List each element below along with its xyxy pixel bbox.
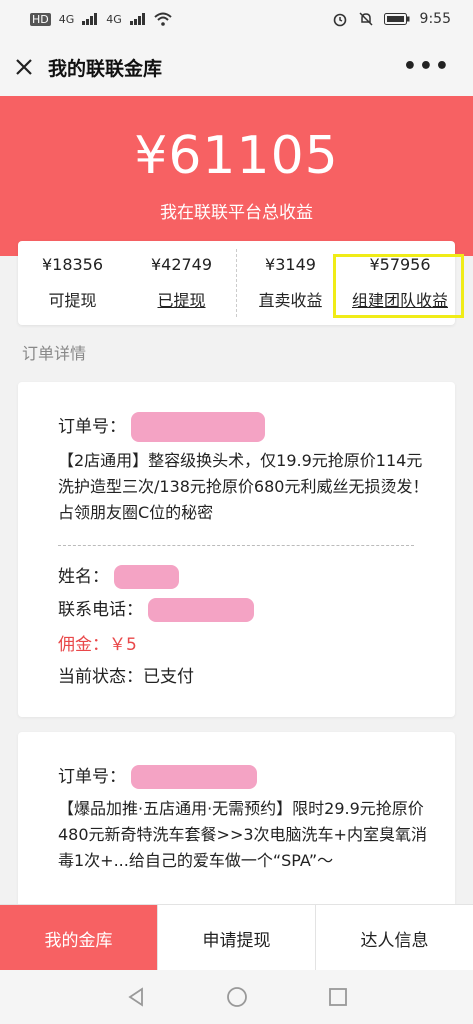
redacted-order-number [131, 412, 266, 442]
wifi-icon [154, 12, 172, 26]
home-circle-icon[interactable] [225, 985, 249, 1009]
section-title: 订单详情 [22, 344, 87, 363]
clock-time: 9:55 [419, 11, 451, 27]
alarm-icon [333, 13, 346, 27]
tab-my-vault[interactable]: 我的金库 [0, 905, 158, 971]
network-4g-label-2: 4G [106, 12, 122, 26]
redacted-name [114, 565, 180, 589]
page-title: 我的联联金库 [48, 57, 163, 80]
mute-bell-icon [359, 12, 373, 26]
order-description: 【2店通用】整容级换头术，仅19.9元抢原价114元洗护造型三次/138元抢原价… [58, 451, 429, 522]
total-earnings-label: 我在联联平台总收益 [160, 203, 313, 223]
more-menu-button[interactable]: ••• [403, 54, 451, 79]
network-4g-label: 4G [58, 12, 75, 26]
stat-label: 直卖收益 [258, 291, 323, 310]
redacted-phone [148, 598, 255, 622]
close-button[interactable] [10, 53, 38, 81]
stat-withdrawable: ¥18356 可提现 [18, 241, 127, 325]
stat-label: 可提现 [48, 291, 97, 310]
card-divider [58, 545, 414, 546]
redacted-order-number [131, 765, 258, 789]
stat-direct-sales: ¥3149 直卖收益 [236, 241, 345, 325]
order-number-row: 订单号： [58, 412, 266, 442]
tab-expert-info[interactable]: 达人信息 [316, 905, 473, 971]
nav-bar: 我的联联金库 ••• [0, 38, 473, 96]
status-bar: HD 4G 4G 9:55 [0, 0, 473, 38]
order-description: 【爆品加推·五店通用·无需预约】限时29.9元抢原价480元新奇特洗车套餐>>3… [58, 799, 427, 870]
more-dots-icon: ••• [402, 54, 451, 79]
stat-amount: ¥18356 [41, 255, 104, 274]
order-number-row: 订单号： [58, 762, 258, 789]
stat-amount: ¥42749 [150, 255, 213, 274]
name-row: 姓名： [58, 562, 180, 589]
back-triangle-icon[interactable] [125, 986, 147, 1008]
stat-amount: ¥3149 [265, 255, 316, 274]
earnings-header: ¥61105 我在联联平台总收益 [0, 96, 473, 256]
battery-icon [383, 13, 410, 25]
order-number-label: 订单号： [58, 417, 126, 437]
signal-icon [82, 13, 98, 25]
recent-apps-square-icon[interactable] [327, 986, 349, 1008]
highlight-box [333, 254, 464, 318]
order-status: 当前状态：已支付 [58, 667, 194, 687]
bottom-tab-bar: 我的金库 申请提现 达人信息 [0, 904, 473, 971]
total-earnings: ¥61105 [134, 126, 339, 186]
commission: 佣金：￥5 [58, 635, 137, 655]
order-number-label: 订单号： [58, 767, 126, 787]
stat-withdrawn[interactable]: ¥42749 已提现 [127, 241, 236, 325]
order-card[interactable]: 订单号： 【2店通用】整容级换头术，仅19.9元抢原价114元洗护造型三次/13… [18, 382, 455, 717]
system-nav-bar [0, 970, 473, 1024]
name-label: 姓名： [58, 567, 109, 587]
close-icon [16, 59, 32, 75]
signal-icon-2 [129, 13, 145, 25]
hd-badge: HD [30, 12, 51, 26]
tab-apply-withdraw[interactable]: 申请提现 [158, 905, 316, 971]
withdrawn-link[interactable]: 已提现 [127, 287, 236, 311]
order-card[interactable]: 订单号： 【爆品加推·五店通用·无需预约】限时29.9元抢原价480元新奇特洗车… [18, 732, 455, 932]
phone-row: 联系电话： [58, 595, 255, 622]
phone-label: 联系电话： [58, 600, 143, 620]
